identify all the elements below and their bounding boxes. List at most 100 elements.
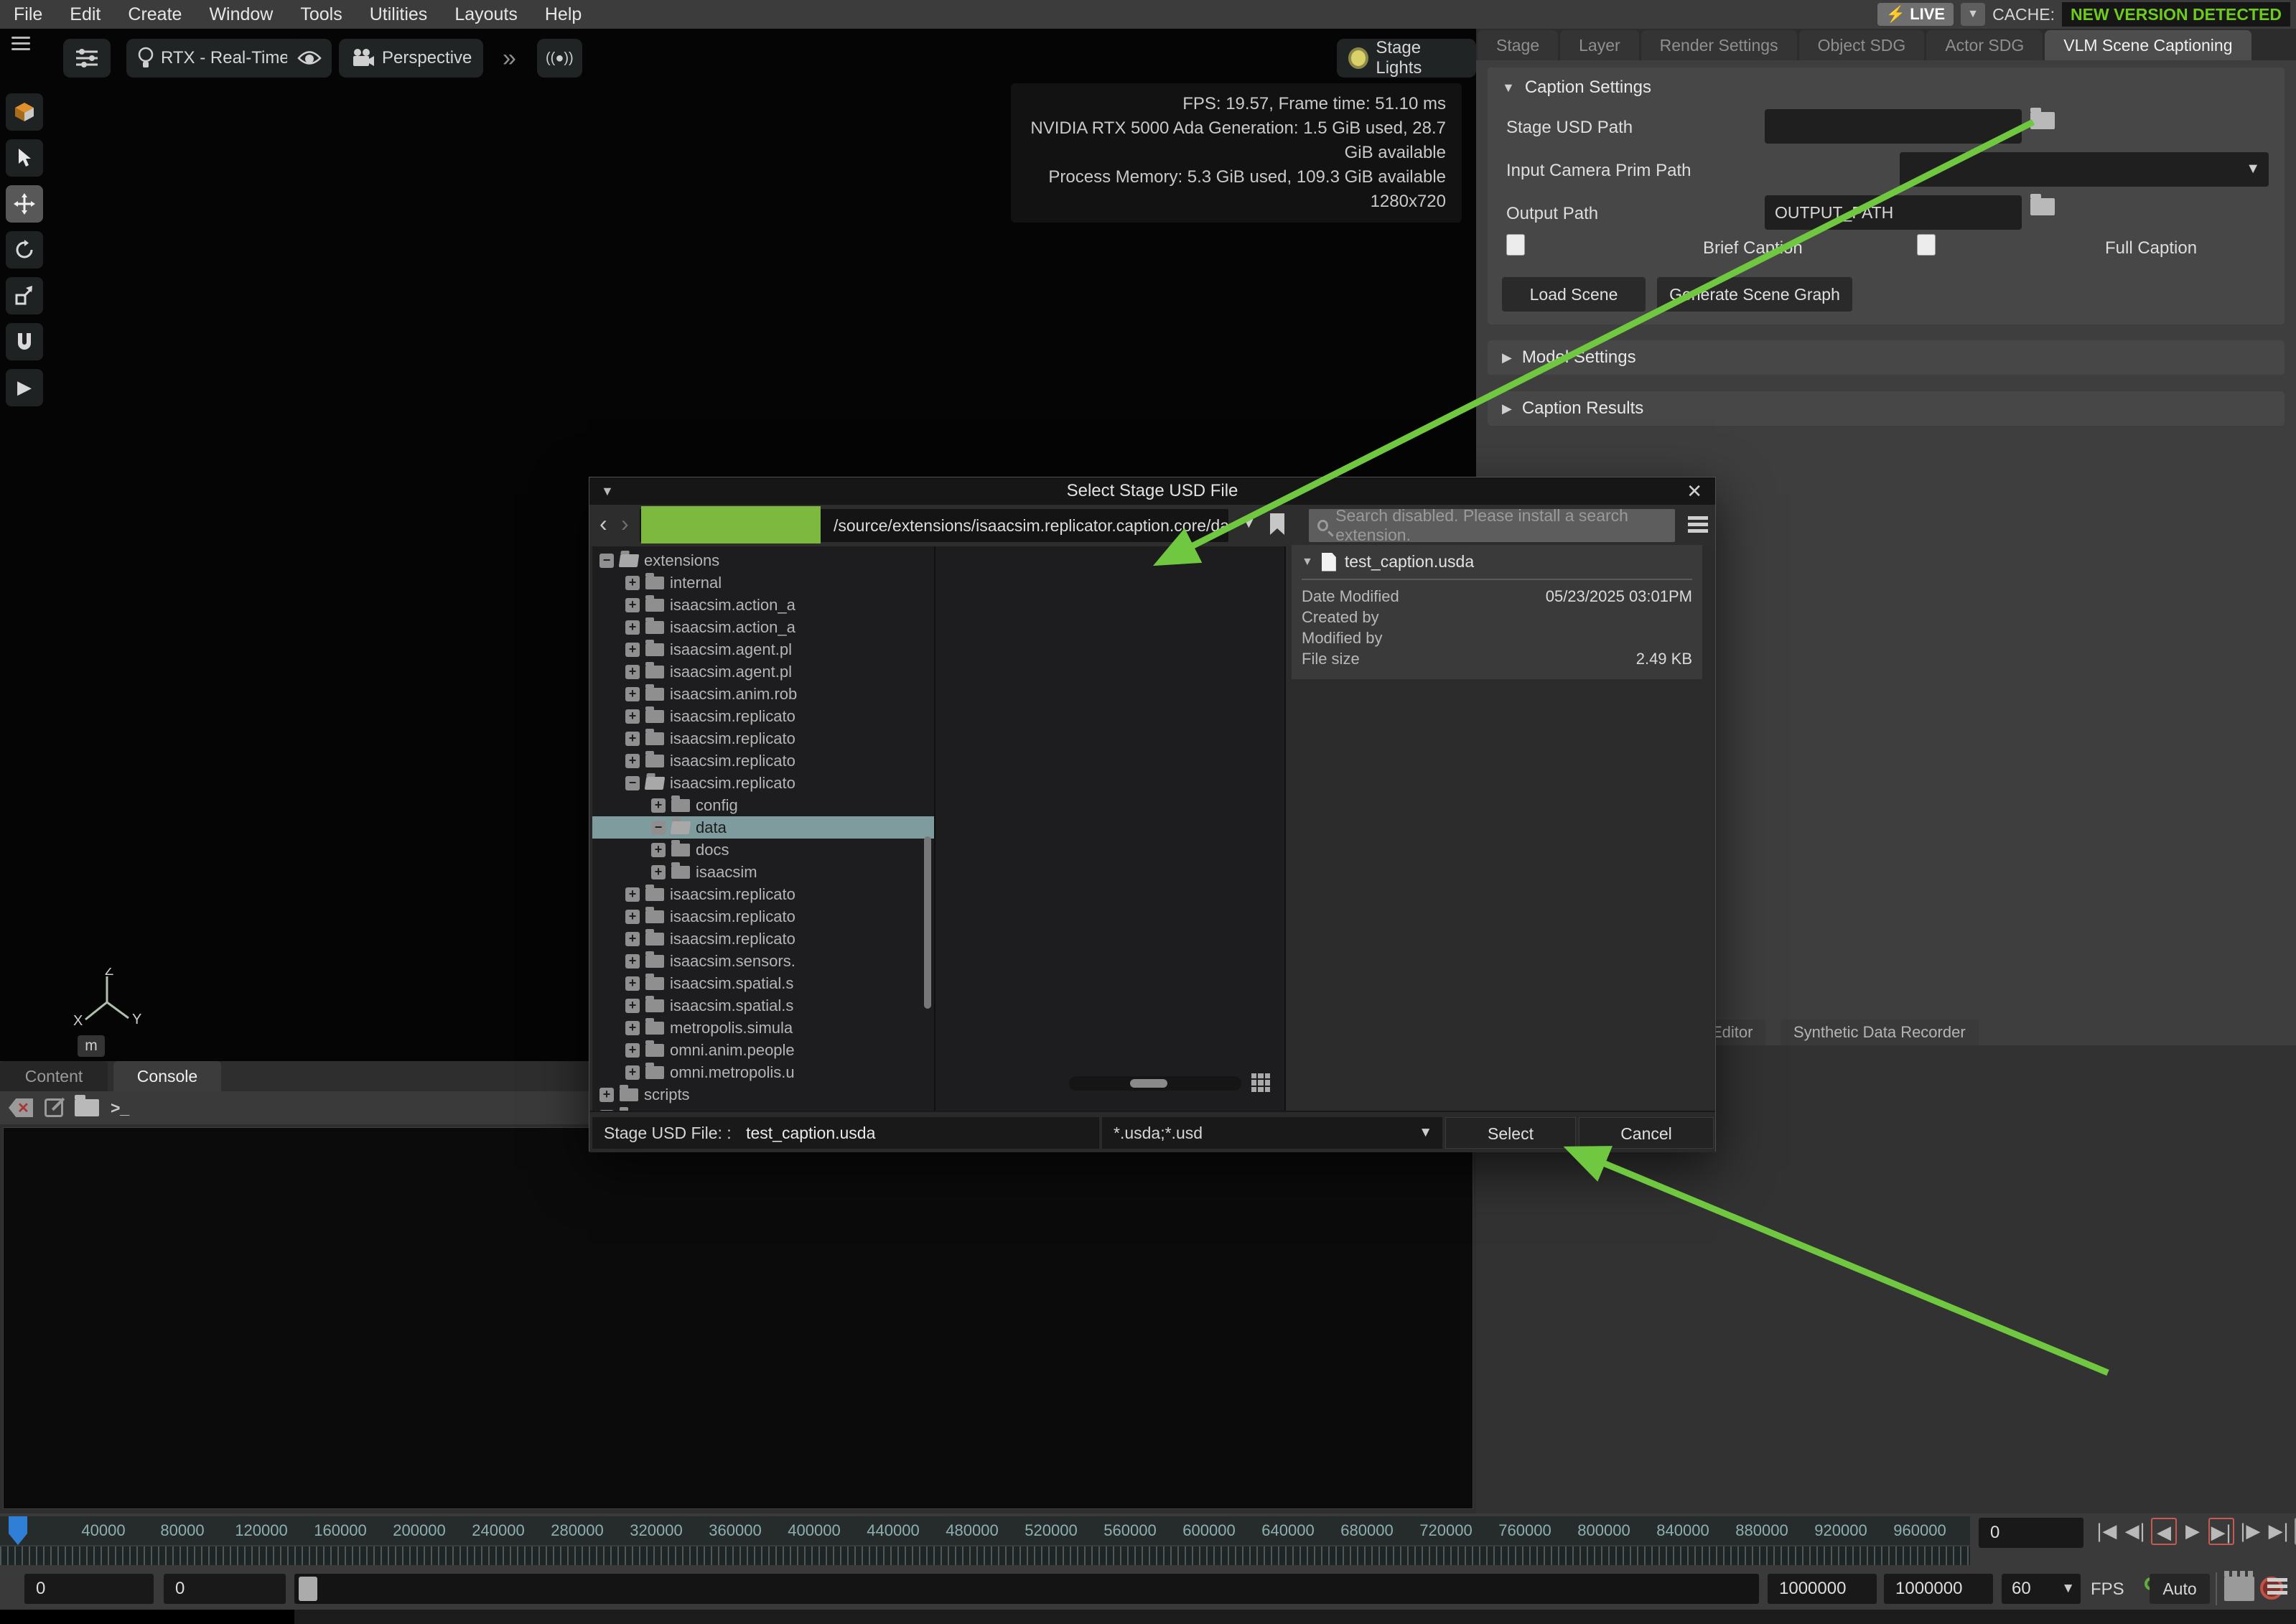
- output-path-input[interactable]: OUTPUT_PATH: [1765, 195, 2022, 230]
- edit-log-icon[interactable]: [45, 1098, 63, 1117]
- tree-expander-icon[interactable]: +: [625, 999, 640, 1013]
- rotate-tool[interactable]: [6, 231, 43, 269]
- tree-row[interactable]: + isaacsim.agent.pl: [592, 661, 934, 683]
- tree-row[interactable]: + isaacsim.agent.pl: [592, 638, 934, 661]
- close-icon[interactable]: ✕: [1686, 477, 1702, 505]
- back-icon[interactable]: ‹: [599, 510, 607, 537]
- playback-button[interactable]: |◀: [2094, 1518, 2119, 1545]
- panel-tab[interactable]: Object SDG: [1799, 30, 1925, 60]
- horizontal-scrollbar[interactable]: [1069, 1076, 1241, 1091]
- tree-expander-icon[interactable]: +: [625, 754, 640, 768]
- tree-expander-icon[interactable]: −: [651, 821, 666, 835]
- tree-row[interactable]: + isaacsim.replicato: [592, 750, 934, 772]
- tree-row[interactable]: + isaacsim.replicato: [592, 928, 934, 950]
- tree-expander-icon[interactable]: +: [625, 932, 640, 946]
- menu-item[interactable]: Help: [531, 0, 595, 29]
- path-dropdown-icon[interactable]: ▼: [1241, 515, 1256, 532]
- search-input[interactable]: Search disabled. Please install a search…: [1309, 509, 1675, 542]
- tree-expander-icon[interactable]: +: [625, 665, 640, 679]
- command-prompt-icon[interactable]: >_: [111, 1098, 129, 1118]
- tree-expander-icon[interactable]: +: [625, 709, 640, 724]
- tree-expander-icon[interactable]: +: [625, 576, 640, 590]
- path-field[interactable]: /source/extensions/isaacsim.replicator.c…: [640, 509, 1228, 542]
- playback-button[interactable]: ▶|: [2266, 1518, 2292, 1545]
- timeline-ruler[interactable]: 4000080000120000160000200000240000280000…: [0, 1516, 1970, 1545]
- tree-expander-icon[interactable]: +: [625, 732, 640, 746]
- tree-expander-icon[interactable]: +: [625, 1021, 640, 1035]
- tree-row[interactable]: + isaacsim.replicato: [592, 883, 934, 905]
- scrollbar-thumb[interactable]: [1130, 1079, 1167, 1088]
- full-caption-checkbox[interactable]: [1917, 234, 1936, 256]
- tree-row[interactable]: − extensions: [592, 549, 934, 571]
- current-frame-field[interactable]: 0: [1979, 1518, 2083, 1548]
- select-button[interactable]: Select: [1445, 1117, 1576, 1149]
- tree-expander-icon[interactable]: +: [599, 1088, 614, 1102]
- tree-row[interactable]: + config: [592, 794, 934, 816]
- select-tool[interactable]: [6, 139, 43, 177]
- tree-expander-icon[interactable]: +: [625, 910, 640, 924]
- snap-tool[interactable]: [6, 323, 43, 360]
- menu-item[interactable]: Tools: [286, 0, 355, 29]
- filename-field[interactable]: Stage USD File: : test_caption.usda: [592, 1117, 1099, 1149]
- menu-item[interactable]: Utilities: [356, 0, 442, 29]
- bookmark-icon[interactable]: [1270, 513, 1284, 535]
- tree-expander-icon[interactable]: +: [625, 643, 640, 657]
- play-tool[interactable]: ▶: [6, 369, 43, 406]
- model-settings-section[interactable]: ▶ Model Settings: [1488, 340, 2285, 375]
- tree-row[interactable]: + isaacsim.replicato: [592, 727, 934, 750]
- stage-usd-path-input[interactable]: [1765, 109, 2022, 144]
- input-camera-dropdown[interactable]: ▼: [1900, 152, 2269, 187]
- audio-button[interactable]: ((●)): [537, 39, 582, 78]
- tree-row[interactable]: + omni.anim.people: [592, 1039, 934, 1061]
- select-mode-tool[interactable]: [6, 93, 43, 131]
- caption-results-section[interactable]: ▶ Caption Results: [1488, 391, 2285, 426]
- playback-button[interactable]: |▶: [2237, 1518, 2263, 1545]
- load-scene-button[interactable]: Load Scene: [1502, 277, 1646, 312]
- tree-row[interactable]: + isaacsim.replicato: [592, 705, 934, 727]
- clapperboard-icon[interactable]: [2224, 1577, 2254, 1601]
- tree-row[interactable]: − isaacsim.replicato: [592, 772, 934, 794]
- tree-row[interactable]: + isaacsim.spatial.s: [592, 994, 934, 1017]
- menu-item[interactable]: Layouts: [441, 0, 531, 29]
- menu-item[interactable]: Edit: [56, 0, 114, 29]
- tree-expander-icon[interactable]: +: [625, 887, 640, 902]
- collapse-arrow-icon[interactable]: ▼: [1502, 80, 1515, 95]
- stage-lights-button[interactable]: Stage Lights: [1337, 39, 1476, 78]
- options-menu-icon[interactable]: [1688, 513, 1708, 536]
- panel-tab[interactable]: Stage: [1478, 30, 1558, 60]
- menu-item[interactable]: Create: [114, 0, 195, 29]
- tree-expander-icon[interactable]: −: [599, 554, 614, 568]
- move-tool[interactable]: [6, 185, 43, 223]
- file-filter-dropdown[interactable]: *.usda;*.usd ▼: [1102, 1117, 1442, 1149]
- brief-caption-checkbox[interactable]: [1506, 234, 1525, 256]
- tree-scrollbar[interactable]: [924, 836, 931, 1009]
- tree-row[interactable]: − data: [592, 816, 934, 839]
- auto-button[interactable]: Auto: [2150, 1574, 2210, 1604]
- menu-item[interactable]: File: [0, 0, 56, 29]
- tree-expander-icon[interactable]: +: [625, 976, 640, 991]
- tree-expander-icon[interactable]: +: [625, 1065, 640, 1080]
- folder-browse-icon[interactable]: [2030, 112, 2055, 133]
- end-frame-field[interactable]: 1000000: [1768, 1574, 1877, 1604]
- tree-expander-icon[interactable]: +: [625, 954, 640, 969]
- visibility-button[interactable]: [287, 39, 332, 78]
- tree-expander-icon[interactable]: +: [625, 687, 640, 701]
- tree-row[interactable]: + scripts: [592, 1083, 934, 1106]
- tree-expander-icon[interactable]: +: [651, 798, 666, 813]
- pane-menu-icon[interactable]: [11, 33, 30, 54]
- clear-console-icon[interactable]: ✕: [9, 1098, 33, 1117]
- viewport-settings-button[interactable]: [63, 39, 111, 78]
- open-log-folder-icon[interactable]: [75, 1099, 99, 1116]
- renderer-button[interactable]: RTX - Real-Time: [126, 39, 301, 78]
- playback-button[interactable]: ◀: [2151, 1518, 2177, 1545]
- tree-expander-icon[interactable]: +: [651, 865, 666, 879]
- timeline-zoom-slider[interactable]: [294, 1574, 1759, 1604]
- playback-button[interactable]: ◀|: [2122, 1518, 2148, 1545]
- tree-row[interactable]: + isaacsim.anim.rob: [592, 683, 934, 705]
- tree-expander-icon[interactable]: +: [651, 843, 666, 857]
- panel-tab[interactable]: Layer: [1560, 30, 1639, 60]
- tree-expander-icon[interactable]: +: [625, 598, 640, 612]
- tree-row[interactable]: + isaacsim.replicato: [592, 905, 934, 928]
- grid-view-icon[interactable]: [1251, 1073, 1270, 1092]
- dialog-title-bar[interactable]: ▼ Select Stage USD File ✕: [589, 477, 1715, 505]
